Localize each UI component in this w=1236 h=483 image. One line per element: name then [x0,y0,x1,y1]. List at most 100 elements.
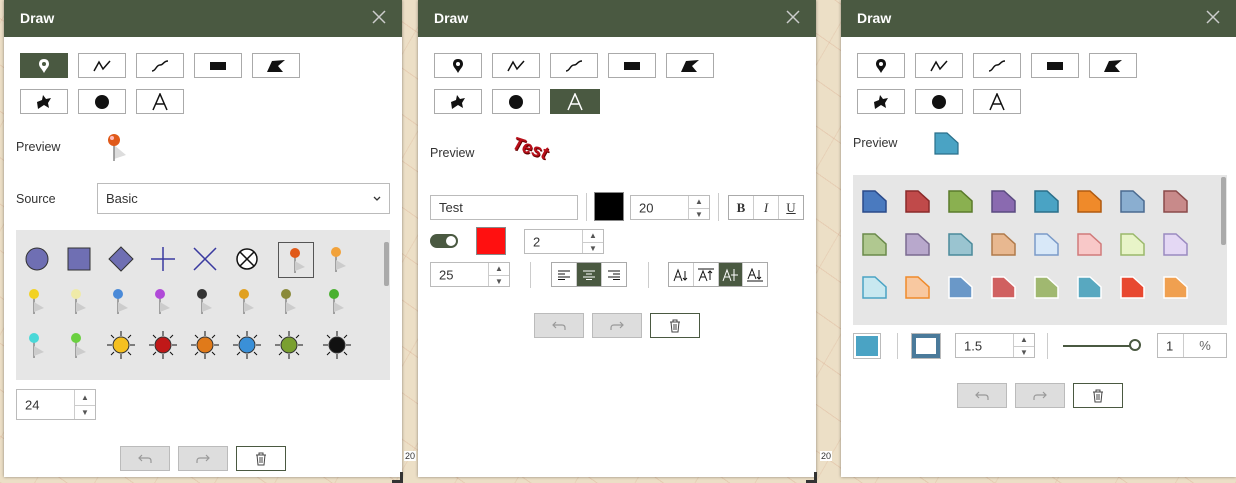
decrement-icon[interactable]: ▼ [75,406,95,421]
fill-symbol-swatch[interactable] [1119,189,1147,215]
align-top-button[interactable] [694,263,719,286]
symbol-size-stepper[interactable]: 24 ▲ ▼ [16,389,96,420]
black-sun-symbol[interactable] [322,330,352,360]
fill-symbol-swatch[interactable] [1033,275,1061,301]
freehand-polygon-tool-button[interactable] [20,89,68,114]
blue-pushpin-symbol[interactable] [106,286,136,316]
decrement-icon[interactable]: ▼ [1014,347,1034,359]
circle-tool-button[interactable] [78,89,126,114]
fill-symbol-swatch[interactable] [1076,189,1104,215]
decrement-icon[interactable]: ▼ [489,276,509,288]
yellow-pushpin-symbol[interactable] [22,286,52,316]
fill-symbol-swatch[interactable] [990,275,1018,301]
clear-button[interactable] [650,313,700,338]
fill-symbol-swatch[interactable] [904,189,932,215]
fill-symbol-swatch[interactable] [904,275,932,301]
point-tool-button[interactable] [20,53,68,78]
outline-color-swatch[interactable] [911,333,941,359]
undo-button[interactable] [957,383,1007,408]
align-right-button[interactable] [602,263,626,286]
fill-symbol-swatch[interactable] [947,232,975,258]
underline-button[interactable]: U [779,196,803,219]
redo-button[interactable] [1015,383,1065,408]
align-baseline-button[interactable] [669,263,694,286]
increment-icon[interactable]: ▲ [75,390,95,406]
cyan-pushpin-symbol[interactable] [22,330,52,360]
increment-icon[interactable]: ▲ [1014,334,1034,347]
gold-pushpin-symbol[interactable] [232,286,262,316]
lime-pushpin-symbol[interactable] [64,330,94,360]
cross-marker-symbol[interactable] [148,244,178,274]
red-sun-symbol[interactable] [148,330,178,360]
fill-symbol-swatch[interactable] [1119,232,1147,258]
polygon-tool-button[interactable] [666,53,714,78]
green-pushpin-symbol[interactable] [322,286,352,316]
circle-marker-symbol[interactable] [22,244,52,274]
source-select[interactable]: Basic [97,183,390,214]
transparency-input[interactable]: 1 % [1157,333,1227,358]
fill-symbol-swatch[interactable] [1076,232,1104,258]
red-pushpin-symbol[interactable] [278,242,314,278]
transparency-slider-thumb[interactable] [1129,339,1141,351]
outline-width-stepper[interactable]: 1.5 ▲ ▼ [955,333,1035,358]
transparency-slider-track[interactable] [1063,345,1135,347]
redo-button[interactable] [178,446,228,471]
polygon-tool-button[interactable] [252,53,300,78]
font-size-stepper[interactable]: 20 ▲ ▼ [630,195,710,220]
align-left-button[interactable] [552,263,577,286]
align-center-button[interactable] [577,263,602,286]
x-marker-symbol[interactable] [190,244,220,274]
fill-symbol-swatch[interactable] [1033,189,1061,215]
fill-symbol-swatch[interactable] [1076,275,1104,301]
blue-sun-symbol[interactable] [232,330,262,360]
increment-icon[interactable]: ▲ [689,196,709,209]
freehand-polygon-tool-button[interactable] [857,89,905,114]
fill-color-swatch[interactable] [853,333,881,359]
fill-symbol-swatch[interactable] [1119,275,1147,301]
decrement-icon[interactable]: ▼ [689,209,709,221]
fill-symbol-swatch[interactable] [990,189,1018,215]
fill-symbol-swatch[interactable] [947,275,975,301]
clear-button[interactable] [236,446,286,471]
close-icon[interactable] [784,8,802,26]
gallery-scrollbar[interactable] [1221,177,1226,245]
freehand-polygon-tool-button[interactable] [434,89,482,114]
close-icon[interactable] [370,8,388,26]
rectangle-tool-button[interactable] [194,53,242,78]
increment-icon[interactable]: ▲ [583,230,603,243]
bold-button[interactable]: B [729,196,754,219]
align-bottom-button[interactable] [743,263,767,286]
fill-symbol-swatch[interactable] [861,189,889,215]
polyline-tool-button[interactable] [492,53,540,78]
text-tool-button[interactable] [973,89,1021,114]
gallery-scrollbar[interactable] [384,242,389,286]
fill-symbol-swatch[interactable] [861,232,889,258]
fill-symbol-swatch[interactable] [1162,189,1190,215]
fill-symbol-swatch[interactable] [1033,232,1061,258]
redo-button[interactable] [592,313,642,338]
cream-pushpin-symbol[interactable] [64,286,94,316]
clear-button[interactable] [1073,383,1123,408]
halo-size-stepper[interactable]: 2 ▲ ▼ [524,229,604,254]
italic-button[interactable]: I [754,196,779,219]
diamond-marker-symbol[interactable] [106,244,136,274]
polygon-tool-button[interactable] [1089,53,1137,78]
green-sun-symbol[interactable] [274,330,304,360]
resize-handle[interactable] [806,472,817,483]
close-icon[interactable] [1204,8,1222,26]
halo-color-swatch[interactable] [476,227,506,255]
fill-symbol-swatch[interactable] [990,232,1018,258]
text-tool-button[interactable] [550,89,600,114]
circle-x-marker-symbol[interactable] [232,244,262,274]
fill-symbol-swatch[interactable] [1162,232,1190,258]
text-content-input[interactable]: Test [430,195,578,220]
fill-symbol-swatch[interactable] [1162,275,1190,301]
fill-symbol-swatch[interactable] [947,189,975,215]
undo-button[interactable] [120,446,170,471]
polyline-tool-button[interactable] [915,53,963,78]
circle-tool-button[interactable] [492,89,540,114]
rectangle-tool-button[interactable] [1031,53,1079,78]
undo-button[interactable] [534,313,584,338]
yellow-sun-symbol[interactable] [106,330,136,360]
fill-symbol-swatch[interactable] [861,275,889,301]
